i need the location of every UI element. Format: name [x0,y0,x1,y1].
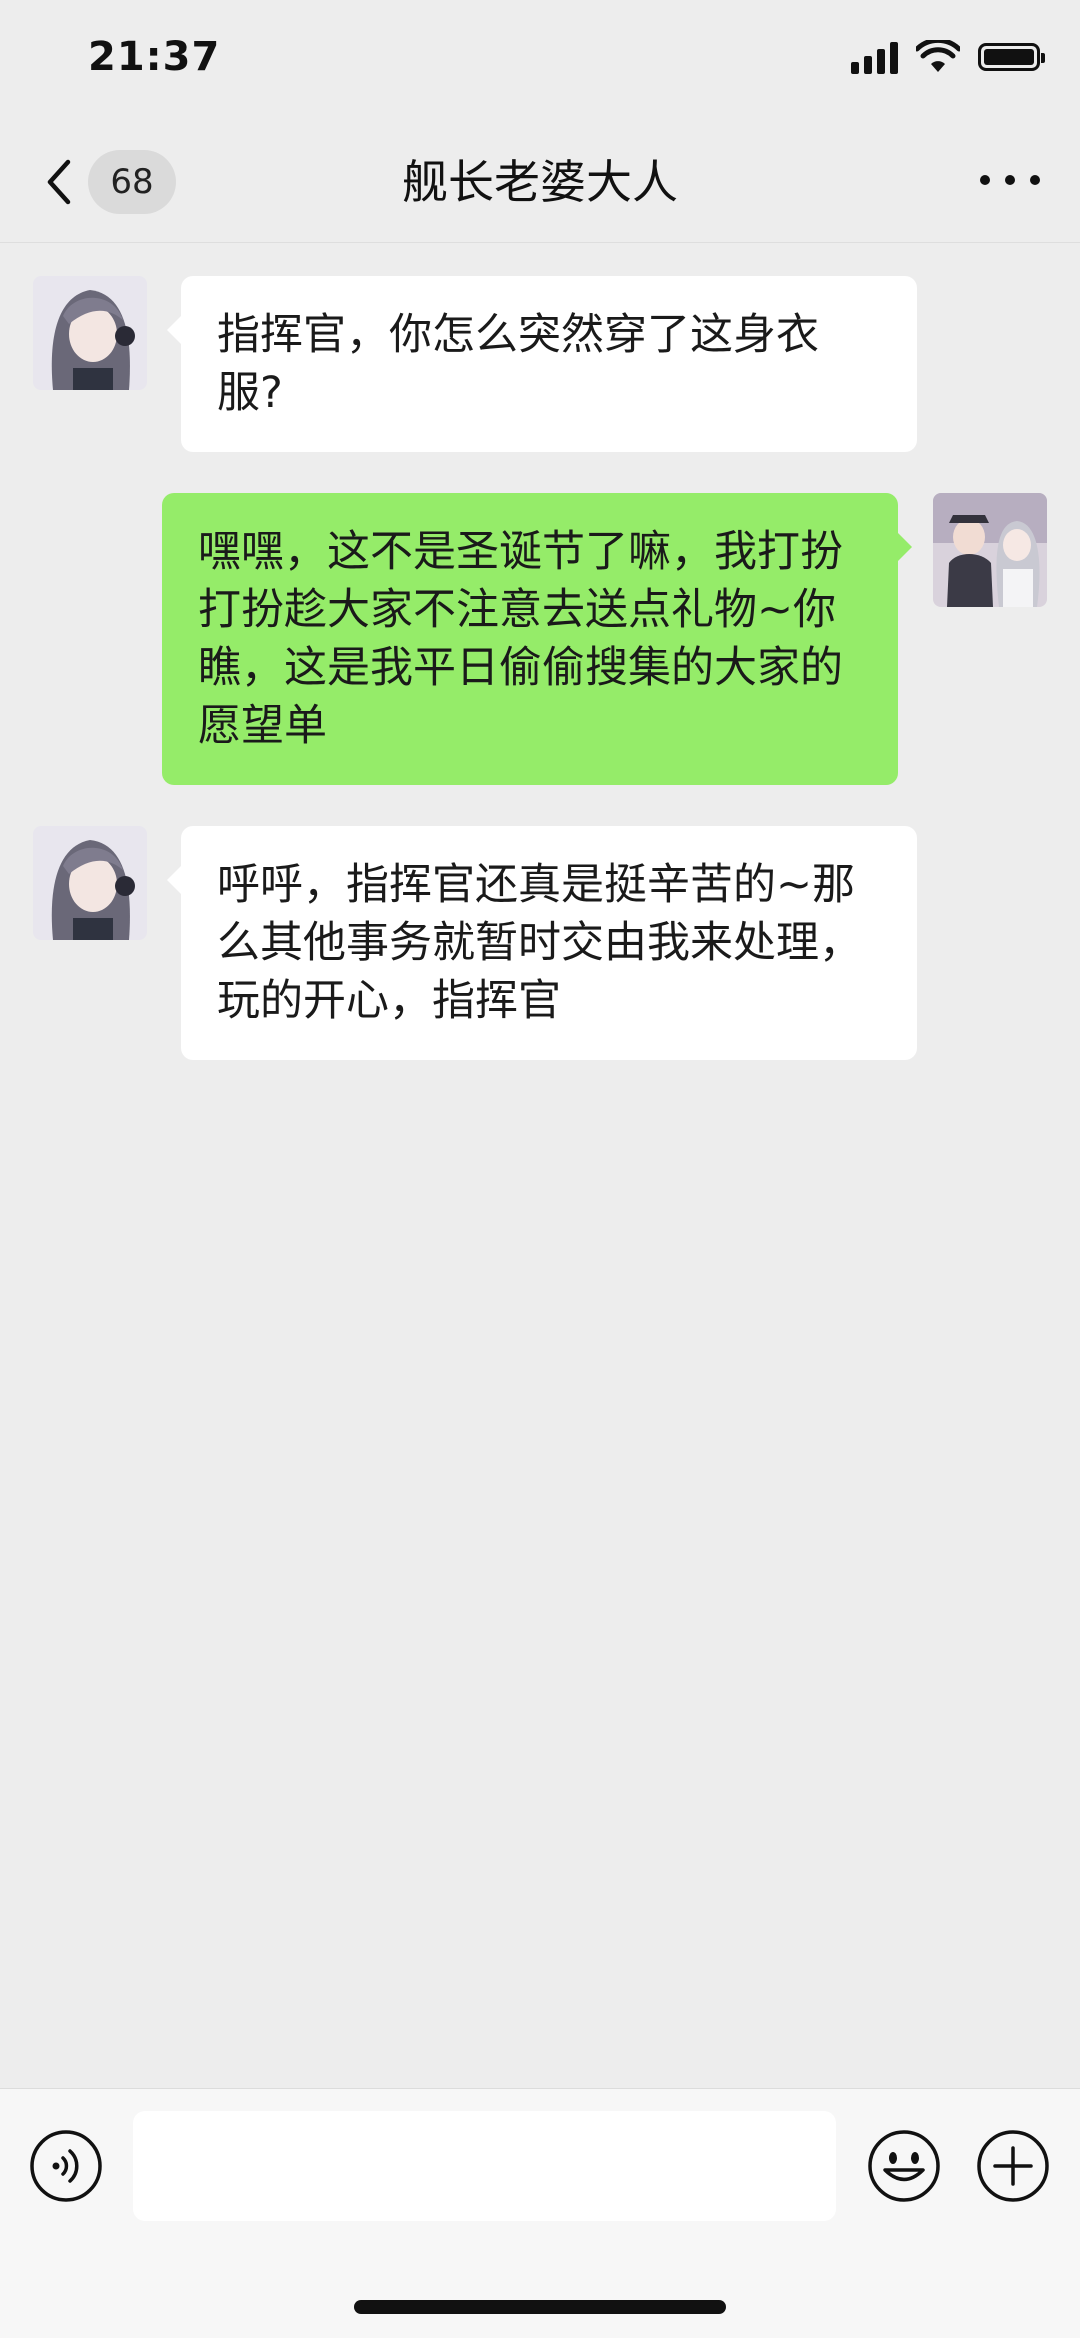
my-avatar[interactable] [933,493,1047,607]
incoming-message-bubble[interactable]: 指挥官，你怎么突然穿了这身衣服? [167,276,917,452]
message-text: 嘿嘿，这不是圣诞节了嘛，我打扮打扮趁大家不注意去送点礼物~你瞧，这是我平日偷偷搜… [198,527,843,751]
wifi-icon [916,40,960,72]
unread-count-badge[interactable]: 68 [88,150,176,214]
emoji-button[interactable] [867,2129,941,2203]
message-text: 指挥官，你怎么突然穿了这身衣服? [217,310,819,418]
plus-icon [977,2130,1049,2202]
outgoing-message-bubble[interactable]: 嘿嘿，这不是圣诞节了嘛，我打扮打扮趁大家不注意去送点礼物~你瞧，这是我平日偷偷搜… [162,493,912,785]
contact-avatar[interactable] [33,826,147,940]
voice-input-icon [30,2130,102,2202]
chat-header: 68 舰长老婆大人 [0,120,1080,243]
chevron-left-icon [47,159,71,205]
incoming-message-bubble[interactable]: 呼呼，指挥官还真是挺辛苦的~那么其他事务就暂时交由我来处理，玩的开心，指挥官 [167,826,917,1060]
voice-button[interactable] [29,2129,103,2203]
status-time: 21:37 [88,34,221,80]
cellular-signal-icon [851,40,898,74]
message-text: 呼呼，指挥官还真是挺辛苦的~那么其他事务就暂时交由我来处理，玩的开心，指挥官 [217,860,862,1026]
home-indicator [354,2300,726,2314]
message-input[interactable] [133,2111,836,2221]
more-button[interactable] [980,170,1040,190]
ellipsis-icon [980,175,990,185]
more-actions-button[interactable] [976,2129,1050,2203]
back-button[interactable] [40,158,80,206]
contact-avatar[interactable] [33,276,147,390]
emoji-icon [868,2130,940,2202]
chat-title: 舰长老婆大人 [402,155,678,209]
status-icons [851,40,1045,74]
status-bar: 21:37 [0,0,1080,120]
battery-icon [978,43,1045,71]
